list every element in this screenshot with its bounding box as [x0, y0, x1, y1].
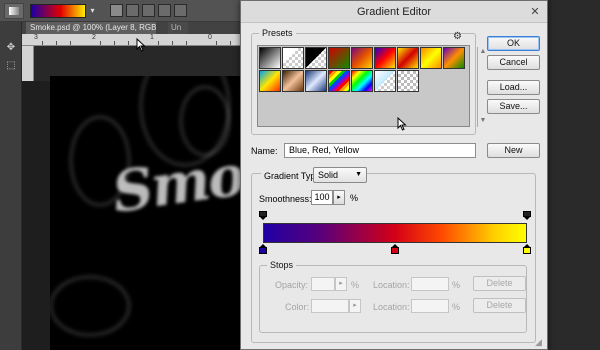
delete-color-stop-button[interactable]: Delete: [473, 298, 526, 313]
gradient-type-select[interactable]: Solid ▼: [313, 167, 367, 183]
ruler-number: 2: [92, 34, 96, 41]
scroll-up-icon[interactable]: ▲: [479, 48, 487, 56]
opacity-stop-left[interactable]: [259, 211, 267, 220]
color-label: Color:: [285, 302, 310, 312]
smoothness-unit: %: [350, 193, 359, 203]
gradient-editor-dialog: Gradient Editor ✕ Presets ⚙ ▲ ▼ OK Cance…: [240, 0, 548, 350]
angle-gradient-icon[interactable]: [142, 4, 155, 17]
marquee-tool-icon[interactable]: ⬚: [4, 60, 18, 72]
save-button[interactable]: Save...: [487, 99, 540, 114]
preset-swatch[interactable]: [328, 47, 350, 69]
smoothness-label: Smoothness:: [259, 194, 312, 204]
ruler-number: 0: [208, 34, 212, 41]
opacity-unit: %: [351, 280, 360, 290]
preset-swatch[interactable]: [305, 47, 327, 69]
reflected-gradient-icon[interactable]: [158, 4, 171, 17]
opacity-stepper[interactable]: ▸: [335, 277, 347, 291]
radial-gradient-icon[interactable]: [126, 4, 139, 17]
color-location-unit: %: [452, 302, 461, 312]
title-bar[interactable]: Gradient Editor ✕: [241, 1, 547, 23]
vertical-ruler: [22, 46, 34, 81]
document-tab[interactable]: Smoke.psd @ 100% (Layer 8, RGB/8): [26, 22, 156, 34]
color-stop-blue[interactable]: [259, 244, 267, 254]
preset-swatch[interactable]: [397, 47, 419, 69]
gradient-picker-swatch[interactable]: [30, 4, 86, 18]
opacity-stop-right[interactable]: [523, 211, 531, 220]
gradient-ramp[interactable]: [263, 223, 527, 243]
scroll-down-icon[interactable]: ▼: [479, 117, 487, 125]
cursor-icon: [136, 37, 146, 52]
preset-swatch[interactable]: [374, 47, 396, 69]
document-tab-2[interactable]: Un: [168, 22, 188, 34]
move-tool-icon[interactable]: ✥: [4, 42, 18, 54]
gear-icon[interactable]: ⚙: [453, 32, 465, 42]
preset-swatch[interactable]: [351, 47, 373, 69]
load-button[interactable]: Load...: [487, 80, 540, 95]
color-location-label: Location:: [373, 302, 410, 312]
new-button[interactable]: New: [487, 143, 540, 158]
preset-swatch[interactable]: [259, 70, 281, 92]
preset-swatch[interactable]: [351, 70, 373, 92]
color-stop-red[interactable]: [391, 244, 399, 254]
chevron-down-icon: ▼: [355, 171, 362, 178]
opacity-location-field[interactable]: [411, 277, 449, 291]
color-dropdown-icon[interactable]: ▸: [349, 299, 361, 313]
color-location-field[interactable]: [411, 299, 449, 313]
smoothness-stepper[interactable]: ▸: [333, 190, 345, 205]
gradient-type-value: Solid: [318, 170, 339, 180]
document-canvas[interactable]: Smoke: [50, 76, 250, 350]
opacity-label: Opacity:: [275, 280, 309, 290]
preset-swatch[interactable]: [305, 70, 327, 92]
preset-swatch[interactable]: [443, 47, 465, 69]
cancel-button[interactable]: Cancel: [487, 55, 540, 70]
ok-button[interactable]: OK: [487, 36, 540, 51]
close-icon[interactable]: ✕: [529, 6, 541, 18]
opacity-location-label: Location:: [373, 280, 410, 290]
ruler-number: 1: [150, 34, 154, 41]
preset-swatch[interactable]: [420, 47, 442, 69]
canvas-pasteboard-right: [548, 0, 600, 350]
presets-label: Presets: [259, 28, 296, 38]
preset-swatch[interactable]: [282, 70, 304, 92]
gradient-tool-preset-icon[interactable]: [4, 3, 24, 19]
diamond-gradient-icon[interactable]: [174, 4, 187, 17]
resize-grip-icon[interactable]: ◢: [535, 337, 545, 347]
linear-gradient-icon[interactable]: [110, 4, 123, 17]
cursor-icon: [397, 116, 407, 131]
preset-swatch[interactable]: [259, 47, 281, 69]
name-label: Name:: [251, 146, 278, 156]
preset-swatches: ▲ ▼: [257, 45, 487, 127]
dialog-title: Gradient Editor: [357, 6, 431, 18]
chevron-down-icon[interactable]: ▾: [88, 4, 97, 18]
preset-swatch[interactable]: [397, 70, 419, 92]
presets-scrollbar[interactable]: ▲ ▼: [477, 47, 487, 127]
options-bar: ▾: [0, 0, 240, 22]
color-swatch-field[interactable]: [311, 299, 349, 313]
name-field[interactable]: Blue, Red, Yellow: [284, 143, 476, 158]
preset-swatch[interactable]: [328, 70, 350, 92]
smoothness-field[interactable]: 100: [311, 190, 333, 205]
smoke-wisp: [50, 276, 130, 336]
ruler-number: 3: [34, 34, 38, 41]
stops-label: Stops: [267, 260, 297, 270]
color-stop-yellow[interactable]: [523, 244, 531, 254]
tools-panel: ✥ ⬚: [0, 22, 22, 350]
opacity-location-unit: %: [452, 280, 461, 290]
horizontal-ruler: 3 2 1 0: [22, 34, 240, 46]
opacity-field[interactable]: [311, 277, 335, 291]
preset-swatch[interactable]: [374, 70, 396, 92]
preset-swatch[interactable]: [282, 47, 304, 69]
delete-opacity-stop-button[interactable]: Delete: [473, 276, 526, 291]
